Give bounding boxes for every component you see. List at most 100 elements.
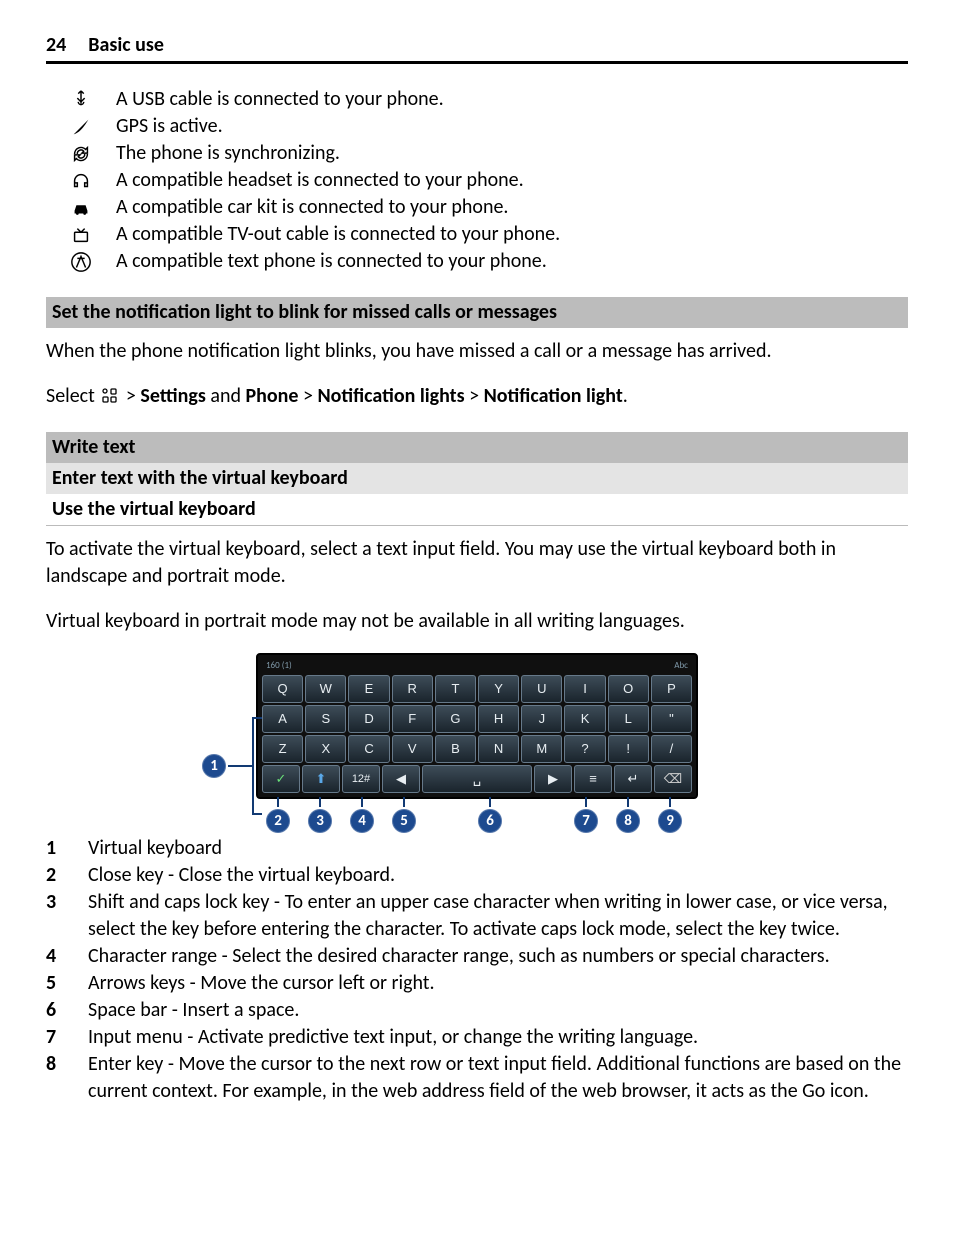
legend-num: 3: [46, 889, 82, 916]
section-heading-write: Write text: [46, 432, 908, 463]
legend-text: Close key - Close the virtual keyboard.: [88, 862, 908, 889]
keyboard-statusbar: 160 (1) Abc: [262, 659, 692, 673]
key-d[interactable]: D: [348, 705, 389, 733]
input-mode-label: Abc: [674, 660, 688, 672]
usb-icon: [46, 89, 116, 111]
headset-icon: [46, 170, 116, 192]
callout-1: 1: [202, 717, 262, 815]
suffix: .: [623, 384, 628, 408]
key-m[interactable]: M: [521, 735, 562, 763]
legend-row: 6Space bar - Insert a space.: [46, 997, 908, 1024]
bottom-callouts: 2 3 4 5 6 7 8 9: [260, 797, 682, 833]
keyboard-diagram: 1 160 (1) Abc Q W E R T Y U I: [46, 653, 908, 799]
select-path-line: Select > Settings and Phone > Notificati…: [46, 383, 908, 410]
legend-text: Virtual keyboard: [88, 835, 908, 862]
status-text: GPS is active.: [116, 113, 908, 140]
virtual-keyboard: 160 (1) Abc Q W E R T Y U I O P A: [256, 653, 698, 799]
key-slash[interactable]: /: [651, 735, 692, 763]
legend-num: 7: [46, 1024, 82, 1051]
key-question[interactable]: ?: [564, 735, 605, 763]
path-notif-light: Notification light: [484, 384, 623, 408]
key-arrow-left[interactable]: ◀: [382, 765, 420, 793]
callout-circle: 6: [478, 809, 502, 833]
path-notif-lights: Notification lights: [317, 384, 464, 408]
callout-4: 4: [350, 797, 374, 833]
keyboard-row-1: Q W E R T Y U I O P: [262, 675, 692, 703]
legend-row: 8Enter key - Move the cursor to the next…: [46, 1051, 908, 1105]
page-header: 24 Basic use: [46, 32, 908, 64]
callout-5: 5: [392, 797, 416, 833]
key-y[interactable]: Y: [478, 675, 519, 703]
key-v[interactable]: V: [392, 735, 433, 763]
legend-num: 1: [46, 835, 82, 862]
gps-icon: [46, 116, 116, 138]
callout-circle: 4: [350, 809, 374, 833]
callout-circle: 9: [658, 809, 682, 833]
key-h[interactable]: H: [478, 705, 519, 733]
char-counter: 160 (1): [266, 660, 292, 672]
key-close[interactable]: ✓: [262, 765, 300, 793]
key-arrow-right[interactable]: ▶: [534, 765, 572, 793]
key-k[interactable]: K: [564, 705, 605, 733]
status-icon-list: A USB cable is connected to your phone. …: [46, 86, 908, 275]
legend-num: 2: [46, 862, 82, 889]
legend-text: Arrows keys - Move the cursor left or ri…: [88, 970, 908, 997]
callout-8: 8: [616, 797, 640, 833]
legend-row: 7Input menu - Activate predictive text i…: [46, 1024, 908, 1051]
keyboard-row-2: A S D F G H J K L ": [262, 705, 692, 733]
callout-2: 2: [266, 797, 290, 833]
key-input-menu[interactable]: ≡: [574, 765, 612, 793]
legend-text: Character range - Select the desired cha…: [88, 943, 908, 970]
key-o[interactable]: O: [608, 675, 649, 703]
key-j[interactable]: J: [521, 705, 562, 733]
gt: >: [126, 384, 140, 408]
key-space[interactable]: ␣: [422, 765, 532, 793]
key-s[interactable]: S: [305, 705, 346, 733]
callout-circle: 1: [202, 754, 226, 778]
legend-row: 1Virtual keyboard: [46, 835, 908, 862]
key-enter[interactable]: ↵: [614, 765, 652, 793]
status-text: A compatible car kit is connected to you…: [116, 194, 908, 221]
key-p[interactable]: P: [651, 675, 692, 703]
select-prefix: Select: [46, 384, 99, 408]
key-t[interactable]: T: [435, 675, 476, 703]
status-text: The phone is synchronizing.: [116, 140, 908, 167]
menu-grid-icon: [101, 387, 119, 405]
legend-num: 8: [46, 1051, 82, 1078]
key-n[interactable]: N: [478, 735, 519, 763]
legend-row: 3Shift and caps lock key - To enter an u…: [46, 889, 908, 943]
callout-circle: 2: [266, 809, 290, 833]
key-r[interactable]: R: [392, 675, 433, 703]
notification-paragraph: When the phone notification light blinks…: [46, 338, 908, 365]
legend-text: Enter key - Move the cursor to the next …: [88, 1051, 908, 1105]
key-x[interactable]: X: [305, 735, 346, 763]
key-q[interactable]: Q: [262, 675, 303, 703]
section-subheading-enter: Enter text with the virtual keyboard: [46, 463, 908, 494]
key-l[interactable]: L: [608, 705, 649, 733]
key-exclaim[interactable]: !: [608, 735, 649, 763]
key-z[interactable]: Z: [262, 735, 303, 763]
key-g[interactable]: G: [435, 705, 476, 733]
status-text: A USB cable is connected to your phone.: [116, 86, 908, 113]
and: and: [210, 384, 245, 408]
key-w[interactable]: W: [305, 675, 346, 703]
key-i[interactable]: I: [564, 675, 605, 703]
section-subheading-use: Use the virtual keyboard: [46, 494, 908, 526]
key-backspace[interactable]: ⌫: [654, 765, 692, 793]
legend-num: 5: [46, 970, 82, 997]
callout-circle: 8: [616, 809, 640, 833]
legend-row: 5Arrows keys - Move the cursor left or r…: [46, 970, 908, 997]
keyboard-row-4: ✓ ⬆ 12# ◀ ␣ ▶ ≡ ↵ ⌫: [262, 765, 692, 793]
key-c[interactable]: C: [348, 735, 389, 763]
key-a[interactable]: A: [262, 705, 303, 733]
sync-icon: [46, 143, 116, 165]
key-b[interactable]: B: [435, 735, 476, 763]
gt: >: [303, 384, 317, 408]
key-char-range[interactable]: 12#: [342, 765, 380, 793]
key-shift[interactable]: ⬆: [302, 765, 340, 793]
key-e[interactable]: E: [348, 675, 389, 703]
callout-9: 9: [658, 797, 682, 833]
key-quote[interactable]: ": [651, 705, 692, 733]
key-f[interactable]: F: [392, 705, 433, 733]
key-u[interactable]: U: [521, 675, 562, 703]
